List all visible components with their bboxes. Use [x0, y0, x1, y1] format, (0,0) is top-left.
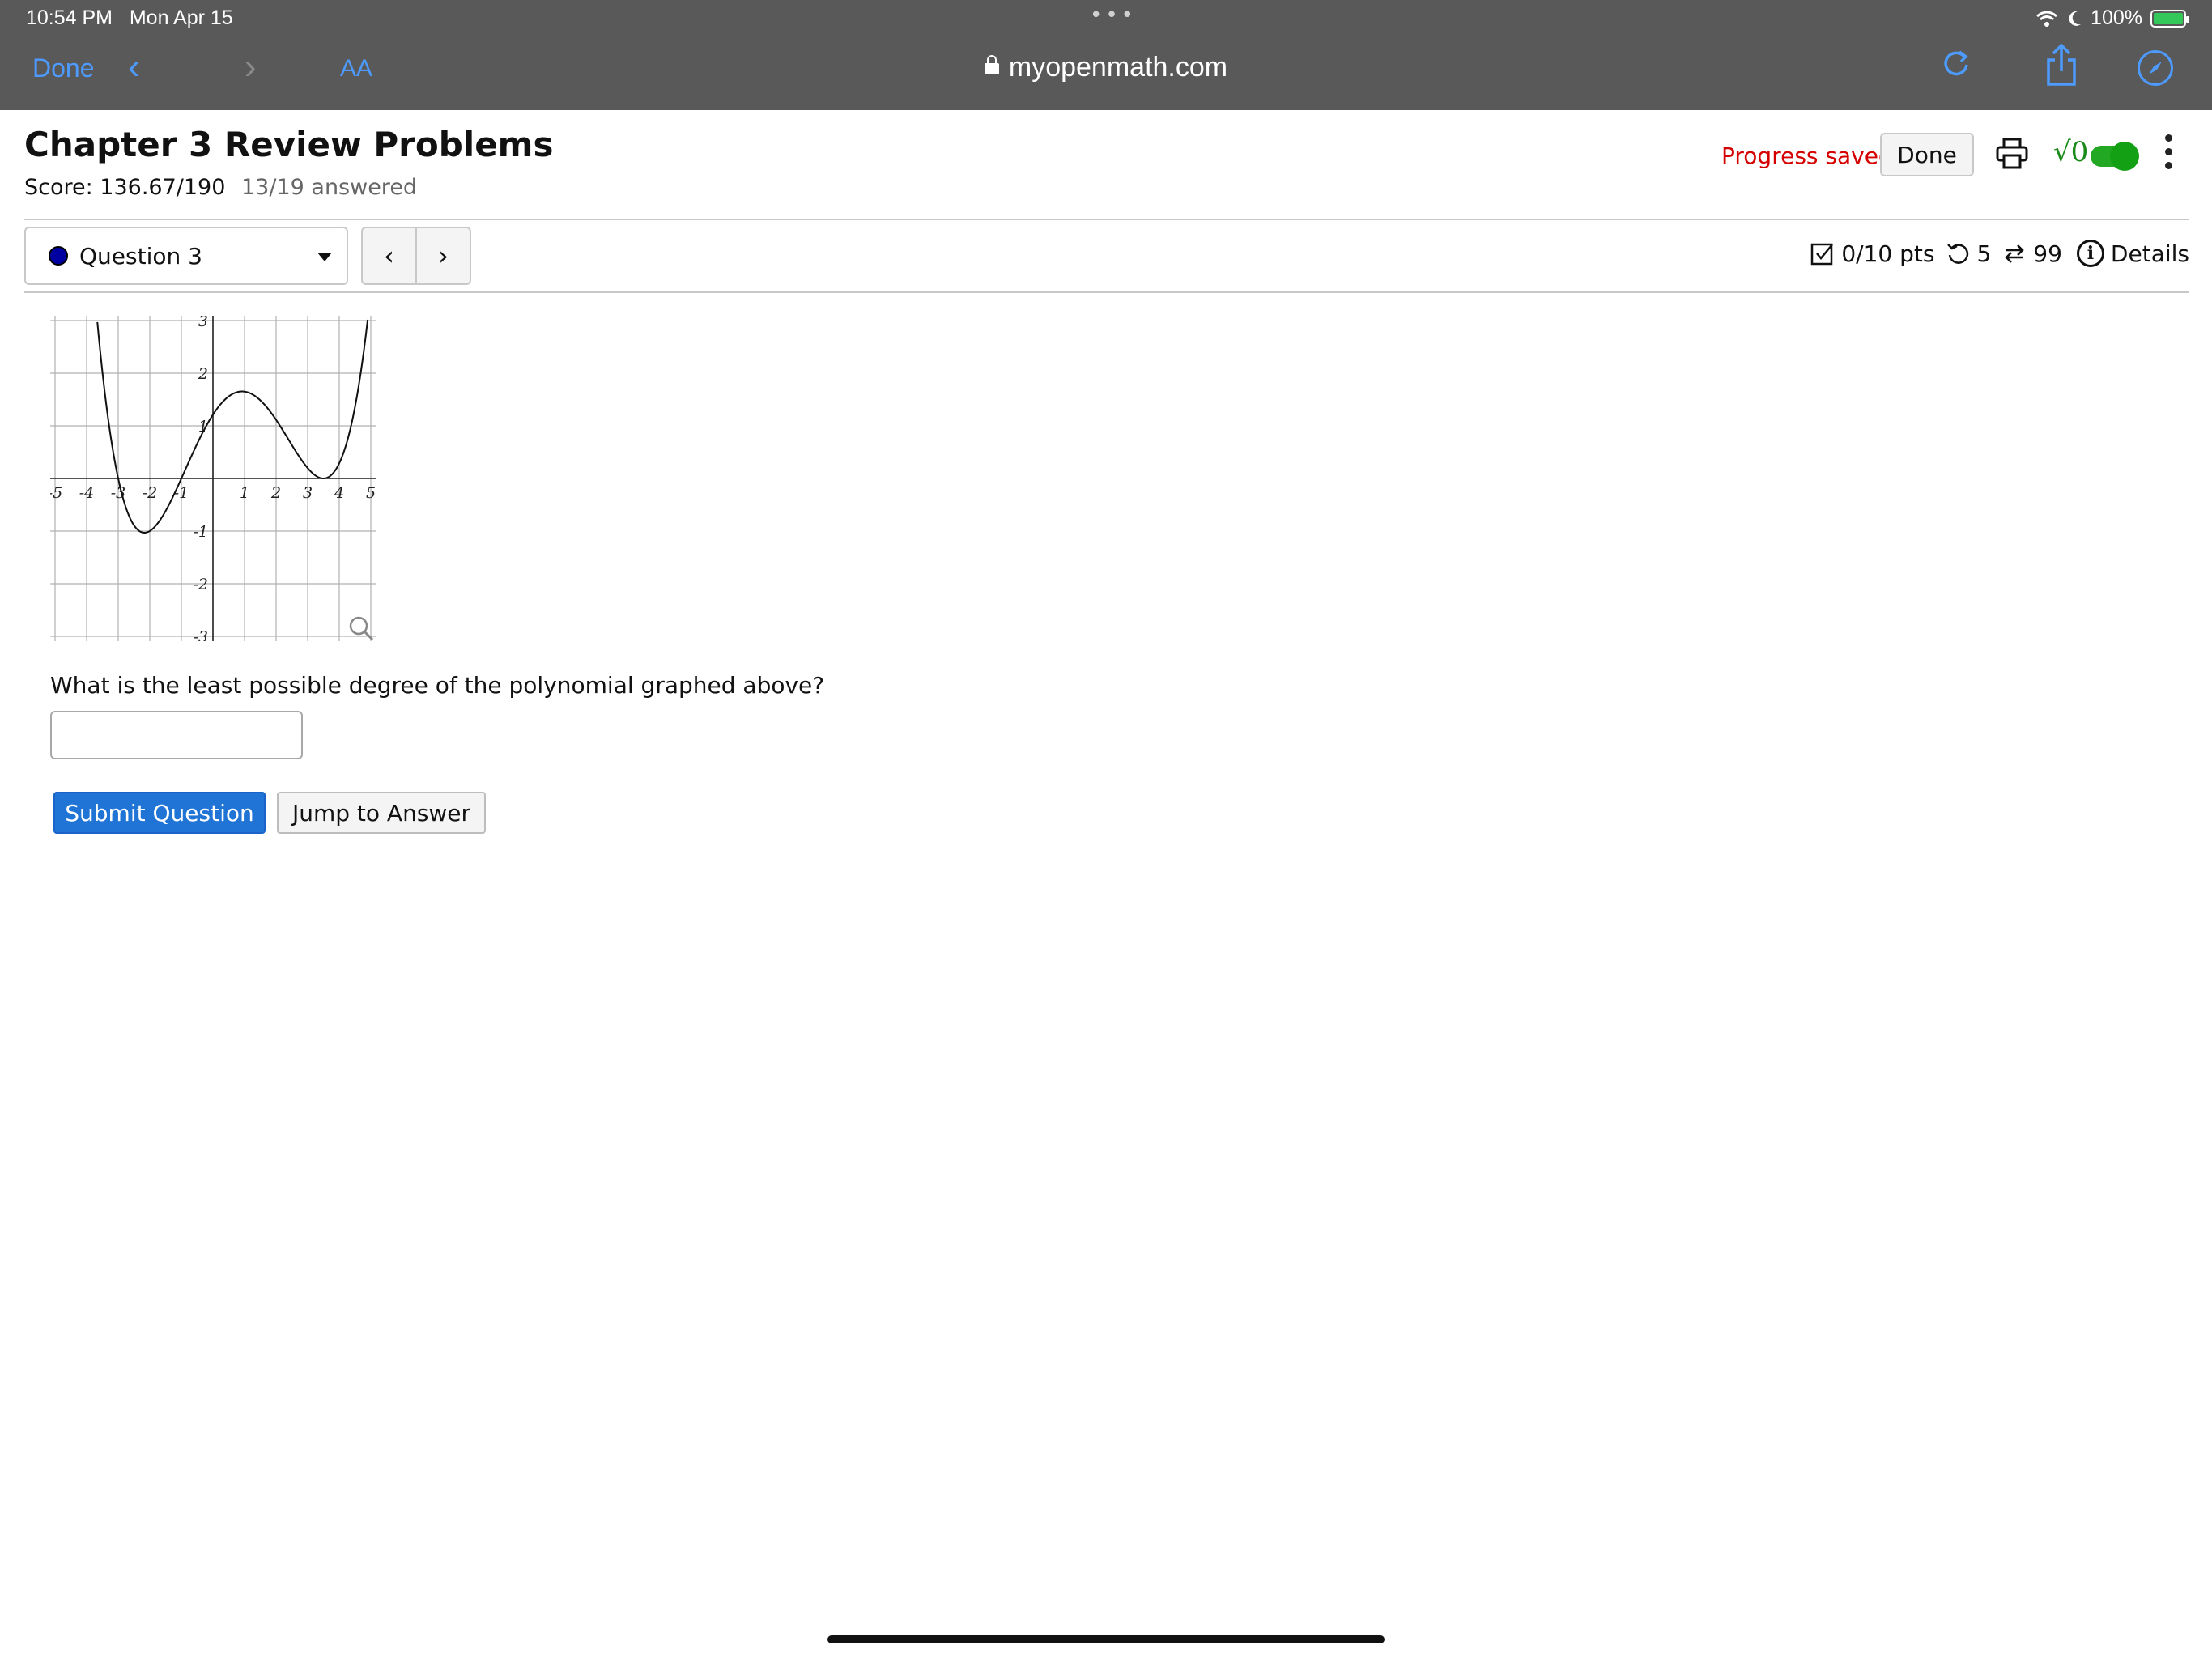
status-date: Mon Apr 15: [129, 6, 233, 29]
math-entry-toggle[interactable]: [2091, 142, 2139, 171]
x-tick-label: -4: [79, 484, 95, 502]
y-tick-label: -2: [193, 576, 208, 593]
status-indicators: 100%: [2035, 6, 2189, 30]
compass-icon[interactable]: [2138, 50, 2173, 86]
multitask-dots[interactable]: •••: [1090, 3, 1137, 28]
x-tick-label: 3: [303, 484, 313, 502]
x-tick-label: -5: [50, 484, 62, 502]
details-link[interactable]: Details: [2111, 240, 2189, 267]
battery-percent: 100%: [2091, 6, 2142, 29]
retries-count: 5: [1976, 240, 1992, 267]
y-tick-label: 3: [198, 316, 208, 330]
previous-question-button[interactable]: ‹: [363, 228, 415, 283]
more-options-icon[interactable]: [2165, 134, 2173, 170]
checkbox-icon: [1811, 243, 1834, 266]
caret-down-icon: [317, 253, 332, 261]
battery-icon: [2150, 9, 2189, 28]
page-title: Chapter 3 Review Problems: [24, 125, 554, 164]
browser-chrome: 10:54 PM Mon Apr 15 ••• 100% Done ‹ › AA…: [0, 0, 2212, 110]
reload-glyph: [1944, 50, 1968, 76]
regenerate-icon: [2005, 244, 2025, 263]
polynomial-graph: -5-4-3-2-112345 321-1-2-3: [50, 316, 376, 641]
moon-icon: [2069, 11, 2082, 26]
print-icon[interactable]: [1995, 138, 2029, 170]
reload-icon[interactable]: [1940, 47, 1972, 87]
retry-icon: [1947, 244, 1969, 264]
question-pager: ‹ ›: [361, 227, 471, 285]
x-tick-label: 1: [240, 484, 249, 502]
home-indicator[interactable]: [827, 1635, 1385, 1643]
next-question-button[interactable]: ›: [415, 228, 470, 283]
x-tick-label: 4: [334, 484, 344, 502]
share-icon[interactable]: [2044, 42, 2079, 91]
score-text: Score: 136.67/190: [24, 175, 226, 200]
submit-question-button[interactable]: Submit Question: [53, 792, 266, 834]
lock-icon: [984, 55, 999, 74]
wifi-icon: [2036, 11, 2058, 27]
regen-count: 99: [2033, 240, 2062, 267]
compass-glyph: [2149, 62, 2162, 74]
progress-status: Progress saved: [1721, 142, 1893, 169]
question-meta: 0/10 pts 5 99 i Details: [1810, 240, 2189, 267]
y-tick-label: -1: [193, 523, 208, 541]
x-tick-label: 2: [270, 484, 281, 502]
x-tick-label: 5: [366, 484, 376, 502]
status-clock: 10:54 PM: [26, 6, 113, 29]
toggle-knob: [2110, 142, 2139, 171]
question-prompt: What is the least possible degree of the…: [50, 672, 825, 699]
header-divider: [24, 219, 2189, 220]
x-tick-label: -2: [143, 484, 158, 502]
info-icon[interactable]: i: [2076, 240, 2104, 267]
x-tick-label: -1: [174, 484, 189, 502]
address-bar[interactable]: myopenmath.com: [0, 52, 2212, 83]
answer-input[interactable]: [50, 711, 303, 759]
share-glyph: [2047, 43, 2076, 86]
math-entry-toggle-label: √0: [2053, 136, 2089, 168]
url-text: myopenmath.com: [1008, 52, 1228, 83]
question-select-label: Question 3: [79, 242, 202, 270]
jump-to-answer-button[interactable]: Jump to Answer: [277, 792, 486, 834]
question-select[interactable]: Question 3: [24, 227, 348, 285]
y-tick-label: 2: [198, 365, 208, 383]
status-time: 10:54 PM Mon Apr 15: [26, 6, 233, 30]
answered-count: 13/19 answered: [241, 175, 418, 200]
question-status-dot: [49, 246, 68, 266]
points-text: 0/10 pts: [1841, 240, 1935, 267]
nav-divider: [24, 291, 2189, 293]
y-tick-label: -3: [193, 628, 208, 641]
assessment-done-button[interactable]: Done: [1880, 133, 1974, 176]
